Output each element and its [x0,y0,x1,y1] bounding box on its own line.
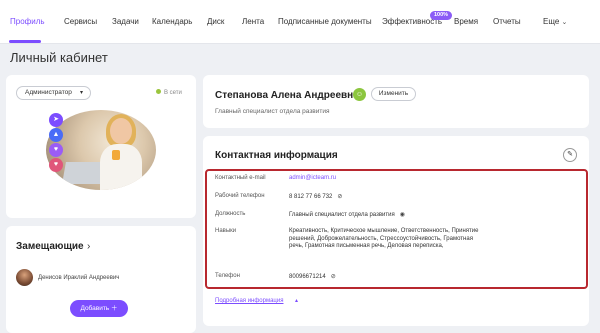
tab-calendar[interactable]: Календарь [152,17,192,26]
tab-more-label: Еще [543,17,560,26]
active-tab-indicator [9,40,41,43]
job-label: Должность [215,211,246,217]
plus-icon: ＋ [111,305,118,312]
page-title: Личный кабинет [10,50,108,65]
phone-label: Телефон [215,273,240,279]
caret-down-icon: ▾ [79,90,83,96]
tab-reports[interactable]: Отчеты [493,17,521,26]
online-status: В сети [156,89,182,96]
add-substitute-button[interactable]: Добавить ＋ [70,300,128,317]
eye-off-icon[interactable]: ⊘ [337,194,342,200]
cap-icon[interactable]: ▲ [49,128,63,142]
photo-body [100,144,142,190]
role-select[interactable]: Администратор ▾ [16,86,91,100]
edit-button[interactable]: Изменить [371,87,416,101]
name-card [203,75,589,128]
top-nav: Профиль Сервисы Задачи Календарь Диск Ле… [0,0,600,44]
more-info-link[interactable]: Подробная информация [215,298,283,304]
job-value: Главный специалист отдела развития [289,212,395,218]
substitute-name[interactable]: Денисов Ираклий Андреевич [38,275,119,281]
phone-value: 80096671214 [289,274,326,280]
online-status-label: В сети [164,90,182,96]
tab-profile[interactable]: Профиль [10,17,45,26]
tab-signed-documents[interactable]: Подписанные документы [278,17,372,26]
handshake-icon[interactable]: ♥ [49,158,63,172]
eye-icon[interactable]: ◉ [400,212,405,218]
heart-icon[interactable]: ♥ [49,143,63,157]
substitutes-title: Замещающие [16,241,84,252]
tab-more[interactable]: Еще ⌄ [543,17,567,26]
full-name: Степанова Алена Андреевна [215,90,359,101]
chevron-right-icon[interactable]: › [87,241,90,252]
work-phone-row: 8 812 77 66 732 ⊘ [289,193,342,200]
pencil-icon[interactable]: ✎ [563,148,577,162]
role-select-value: Администратор [25,89,72,96]
skills-value: Креативность, Критическое мышление, Отве… [289,228,479,249]
photo-head [110,118,132,144]
add-button-label: Добавить [80,305,110,312]
tab-tasks[interactable]: Задачи [112,17,139,26]
tab-disk[interactable]: Диск [207,17,224,26]
rocket-icon[interactable]: ➤ [49,113,63,127]
email-value[interactable]: admin@icteam.ru [289,175,336,181]
work-phone-value: 8 812 77 66 732 [289,194,333,200]
online-dot-icon [156,89,161,94]
tab-feed[interactable]: Лента [242,17,264,26]
tab-services[interactable]: Сервисы [64,17,97,26]
efficiency-badge: 100% [430,11,453,20]
chevron-down-icon: ⌄ [561,19,568,26]
eye-off-icon[interactable]: ⊘ [331,274,336,280]
job-row: Главный специалист отдела развития ◉ [289,211,405,218]
skills-label: Навыки [215,228,237,234]
mood-icon: ☺ [353,88,366,101]
photo-cup [112,150,120,160]
contacts-title: Контактная информация [215,150,338,161]
chevron-up-icon[interactable]: ▴ [295,297,298,304]
avatar[interactable] [16,269,33,286]
phone-row: 80096671214 ⊘ [289,273,336,280]
tab-time[interactable]: Время [454,17,478,26]
work-phone-label: Рабочий телефон [215,193,265,199]
position-title: Главный специалист отдела развития [215,108,330,115]
email-label: Контактный e-mail [215,175,266,181]
